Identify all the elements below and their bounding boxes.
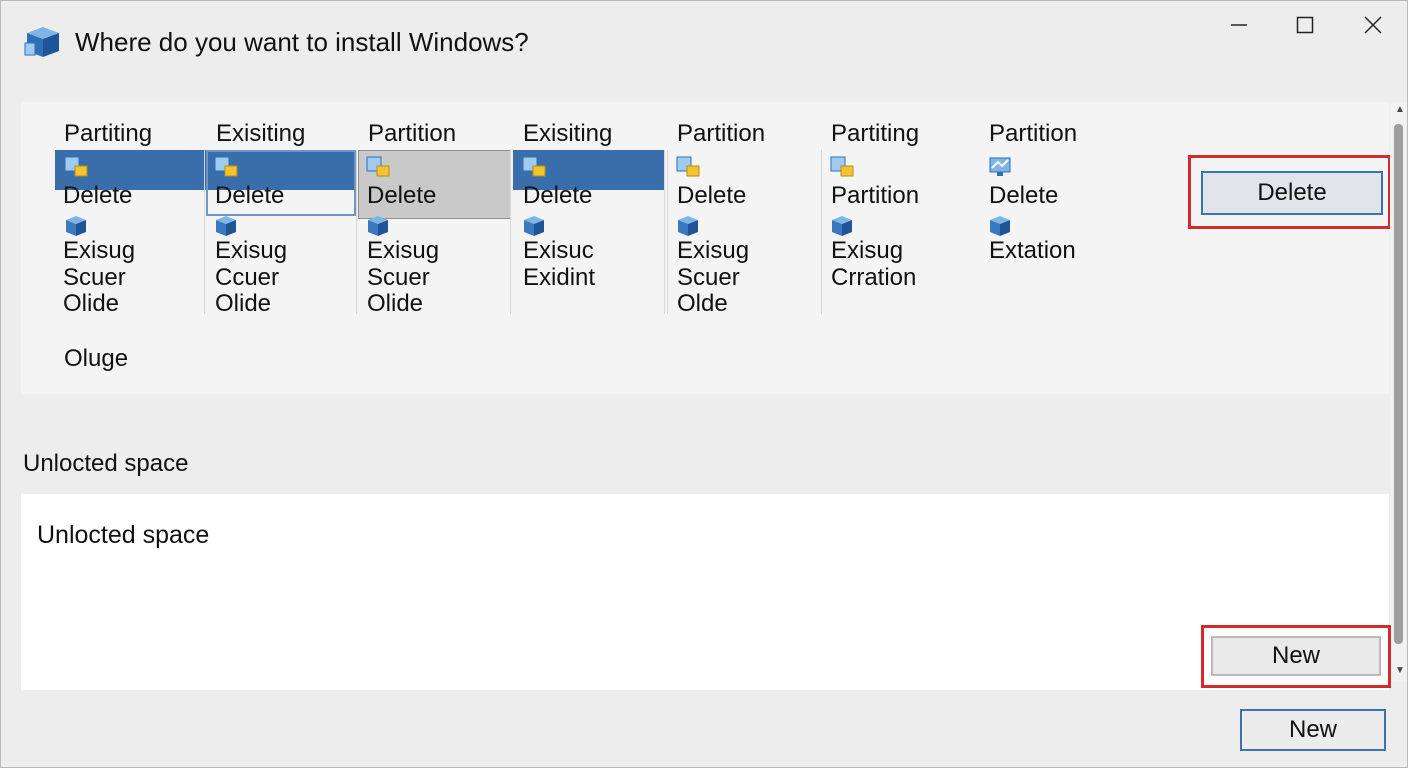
minimize-icon — [1231, 24, 1247, 26]
window-title: Where do you want to install Windows? — [75, 27, 529, 57]
partition-header: Partition — [989, 120, 1078, 147]
partition-detail: Exidint — [523, 264, 596, 291]
disk-icon — [832, 216, 852, 236]
drive-icon — [522, 156, 546, 177]
partition-column[interactable]: Exisiting Delete Exisuc Exidint — [513, 102, 665, 317]
partition-detail: Exisug — [831, 237, 904, 264]
partition-header: Exisiting — [216, 120, 306, 147]
disk-icon — [216, 216, 236, 236]
disk-icon — [524, 216, 544, 236]
partition-column[interactable]: Exisiting Delete Exisug Ccuer Olide — [205, 102, 357, 317]
partition-column[interactable]: Partition Delete Exisug Scuer Olde — [667, 102, 821, 317]
disk-icon — [678, 216, 698, 236]
partition-list-panel: Partiting Delete Exisug Scuer Olide Exis… — [21, 102, 1391, 394]
partition-detail: Scuer — [63, 264, 126, 291]
partition-column[interactable]: Partiting Partition Exisug Crration — [821, 102, 979, 317]
scroll-up-icon[interactable]: ▲ — [1395, 104, 1405, 115]
network-drive-icon — [989, 157, 1011, 176]
partition-action: Delete — [63, 182, 133, 209]
partition-detail: Exisug — [63, 237, 136, 264]
close-icon — [1364, 16, 1382, 34]
windows-setup-icon — [24, 27, 59, 57]
partition-detail: Exisug — [677, 237, 750, 264]
drive-icon — [64, 156, 88, 177]
installer-window: Where do you want to install Windows? Pa… — [0, 0, 1408, 768]
partition-action: Delete — [989, 182, 1059, 209]
drive-icon — [366, 156, 390, 177]
partition-action: Delete — [677, 182, 747, 209]
partition-detail: Crration — [831, 264, 917, 291]
partition-detail: Ccuer — [215, 264, 280, 291]
drive-icon — [676, 156, 700, 177]
disk-icon — [66, 216, 86, 236]
partition-detail: Exisug — [215, 237, 288, 264]
partition-detail: Scuer — [367, 264, 430, 291]
new-partition-button[interactable]: New — [1211, 636, 1381, 676]
partition-detail: Olde — [677, 290, 728, 317]
partition-detail: Olide — [367, 290, 424, 317]
column-divider — [667, 150, 668, 314]
partition-column[interactable]: Partition Delete Extation — [979, 102, 1139, 317]
partition-header: Partition — [368, 120, 457, 147]
column-divider — [664, 150, 665, 314]
new-button[interactable]: New — [1240, 709, 1386, 751]
partition-header: Exisiting — [523, 120, 613, 147]
drive-icon — [830, 156, 854, 177]
partition-column[interactable]: Partition Delete Exisug Scuer Olide — [357, 102, 511, 317]
partition-header: Partition — [677, 120, 766, 147]
partition-action: Delete — [523, 182, 593, 209]
partition-action: Partition — [831, 182, 920, 209]
scroll-down-icon[interactable]: ▼ — [1395, 665, 1405, 676]
partition-header: Partiting — [64, 120, 153, 147]
close-button[interactable] — [1357, 11, 1389, 39]
scroll-thumb[interactable] — [1394, 124, 1403, 644]
unallocated-section-label: Unlocted space — [23, 450, 189, 477]
maximize-button[interactable] — [1289, 11, 1321, 39]
maximize-icon — [1296, 16, 1314, 34]
partition-column[interactable]: Partiting Delete Exisug Scuer Olide — [55, 102, 205, 317]
partition-detail: Extation — [989, 237, 1076, 264]
partition-detail: Scuer — [677, 264, 740, 291]
partition-extra-label: Oluge — [64, 345, 129, 372]
column-divider — [821, 150, 822, 314]
partition-detail: Exisuc — [523, 237, 594, 264]
partition-detail: Exisug — [367, 237, 440, 264]
partition-action: Delete — [367, 182, 437, 209]
unallocated-space-item[interactable]: Unlocted space — [37, 521, 209, 550]
column-divider — [510, 150, 511, 314]
partition-detail: Olide — [215, 290, 272, 317]
disk-icon — [990, 216, 1010, 236]
delete-button[interactable]: Delete — [1201, 171, 1383, 215]
partition-detail: Olide — [63, 290, 120, 317]
drive-icon — [214, 156, 238, 177]
minimize-button[interactable] — [1223, 11, 1255, 39]
disk-icon — [368, 216, 388, 236]
partition-action: Delete — [215, 182, 285, 209]
partition-header: Partiting — [831, 120, 920, 147]
unallocated-space-panel[interactable]: Unlocted space New — [21, 494, 1391, 690]
